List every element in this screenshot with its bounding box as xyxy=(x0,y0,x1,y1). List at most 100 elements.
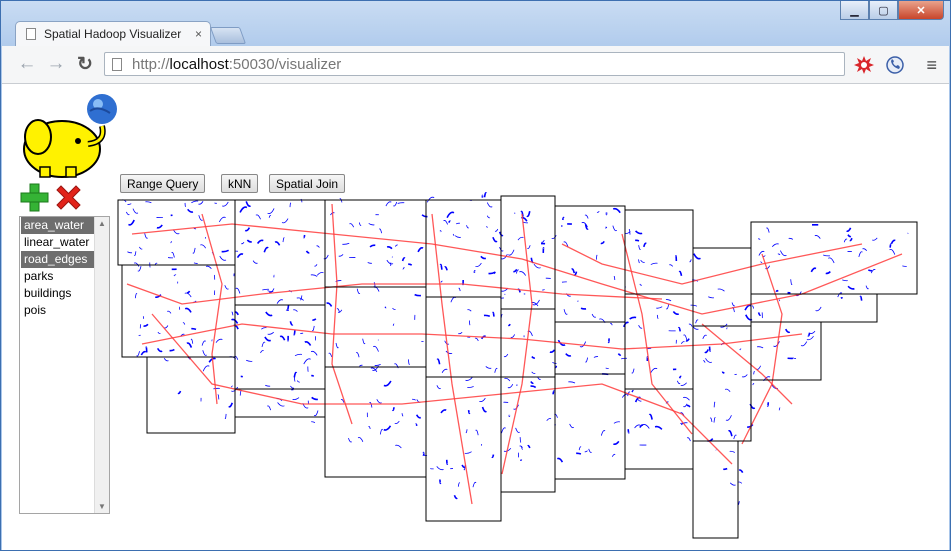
water-feature xyxy=(265,311,273,317)
water-feature xyxy=(391,407,395,412)
water-feature xyxy=(310,350,318,356)
water-feature xyxy=(467,309,472,312)
water-feature xyxy=(156,347,163,353)
water-feature xyxy=(136,351,140,357)
browser-tab[interactable]: Spatial Hadoop Visualizer × xyxy=(15,21,211,46)
url-path: :50030/visualizer xyxy=(228,55,342,73)
menu-icon[interactable]: ≡ xyxy=(926,55,937,76)
water-feature xyxy=(519,445,523,448)
water-feature xyxy=(571,268,576,274)
water-feature xyxy=(145,346,148,353)
water-feature xyxy=(274,241,281,246)
water-feature xyxy=(823,254,830,257)
maximize-button[interactable]: ▢ xyxy=(869,1,898,20)
water-feature xyxy=(436,385,441,390)
water-feature xyxy=(367,262,372,264)
water-feature xyxy=(235,287,241,294)
water-feature xyxy=(128,219,135,226)
water-feature xyxy=(279,335,286,341)
water-feature xyxy=(268,214,272,218)
water-feature xyxy=(638,245,641,250)
partition-cell xyxy=(324,199,427,288)
water-feature xyxy=(262,288,269,291)
water-feature xyxy=(491,454,495,459)
water-feature xyxy=(441,368,448,373)
water-feature xyxy=(296,380,300,383)
minimize-button[interactable]: ▁ xyxy=(840,1,869,20)
water-feature xyxy=(314,264,318,267)
water-feature xyxy=(501,427,506,434)
water-feature xyxy=(481,406,487,413)
water-feature xyxy=(643,242,647,248)
water-feature xyxy=(806,335,814,341)
water-feature xyxy=(255,214,261,220)
extension-badge-icon[interactable] xyxy=(853,54,875,76)
page-content: area_water linear_water road_edges parks… xyxy=(2,84,949,550)
water-feature xyxy=(825,271,831,275)
water-feature xyxy=(607,338,610,344)
water-feature xyxy=(686,404,691,408)
partition-cell xyxy=(146,356,236,434)
tab-close-icon[interactable]: × xyxy=(195,27,202,41)
close-window-button[interactable]: ✕ xyxy=(898,1,944,20)
water-feature xyxy=(378,228,383,234)
water-feature xyxy=(436,358,441,365)
water-feature xyxy=(744,304,752,311)
water-feature xyxy=(222,201,229,207)
water-feature xyxy=(177,390,182,395)
address-bar[interactable]: http://localhost:50030/visualizer xyxy=(104,52,845,76)
phone-extension-icon[interactable] xyxy=(884,54,906,76)
water-feature xyxy=(475,429,479,436)
new-tab-button[interactable] xyxy=(209,27,247,44)
water-feature xyxy=(752,382,755,386)
back-icon[interactable]: ← xyxy=(16,53,38,75)
water-feature xyxy=(862,248,868,252)
water-feature xyxy=(726,327,728,330)
water-feature xyxy=(355,352,360,358)
water-feature xyxy=(656,314,659,319)
water-feature xyxy=(725,415,732,421)
water-feature xyxy=(143,323,149,327)
water-feature xyxy=(221,249,229,253)
water-feature xyxy=(758,250,765,256)
water-feature xyxy=(466,225,469,229)
water-feature xyxy=(552,390,555,395)
water-feature xyxy=(454,235,461,238)
water-feature xyxy=(485,366,492,369)
partition-cell xyxy=(500,376,556,493)
reload-icon[interactable]: ↻ xyxy=(74,53,96,76)
water-feature xyxy=(415,414,422,419)
water-feature xyxy=(395,444,402,449)
water-feature xyxy=(683,403,688,408)
water-feature xyxy=(889,248,896,255)
water-feature xyxy=(215,338,223,343)
water-feature xyxy=(358,222,362,226)
water-feature xyxy=(310,274,318,277)
water-feature xyxy=(290,385,295,389)
water-feature xyxy=(439,263,443,270)
water-feature xyxy=(631,368,635,374)
water-feature xyxy=(510,334,516,338)
tab-title: Spatial Hadoop Visualizer xyxy=(44,27,182,41)
water-feature xyxy=(591,313,596,318)
water-feature xyxy=(200,244,206,249)
water-feature xyxy=(549,349,556,354)
browser-toolbar: ← → ↻ http://localhost:50030/visualizer … xyxy=(2,46,949,84)
water-feature xyxy=(775,289,779,292)
water-feature xyxy=(231,311,234,316)
water-feature xyxy=(443,220,448,225)
water-feature xyxy=(385,201,392,207)
water-feature xyxy=(386,246,393,250)
forward-icon[interactable]: → xyxy=(45,53,67,75)
water-feature xyxy=(758,238,761,240)
water-feature xyxy=(527,444,531,449)
water-feature xyxy=(492,236,498,243)
water-feature xyxy=(415,423,418,426)
water-feature xyxy=(672,311,679,315)
us-map-canvas[interactable] xyxy=(2,84,949,550)
water-feature xyxy=(689,259,692,263)
water-feature xyxy=(202,365,210,372)
water-feature xyxy=(778,407,781,411)
water-feature xyxy=(527,245,531,249)
water-feature xyxy=(339,198,343,203)
